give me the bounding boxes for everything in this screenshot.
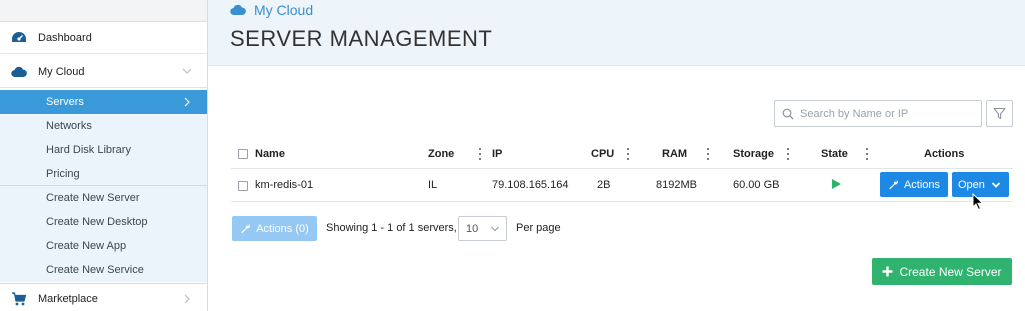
cell-ram: 8192MB: [656, 179, 697, 191]
cell-name[interactable]: km-redis-01: [255, 179, 313, 191]
sidebar-subitem-servers[interactable]: Servers: [0, 90, 207, 114]
column-header-ram[interactable]: RAM: [662, 148, 687, 160]
filter-button[interactable]: [986, 100, 1013, 127]
row-actions-button[interactable]: Actions: [880, 172, 948, 197]
breadcrumb-label: My Cloud: [254, 2, 314, 18]
column-header-cpu[interactable]: CPU: [591, 148, 614, 160]
cell-cpu: 2B: [597, 179, 611, 191]
sidebar-subitem-label: Pricing: [46, 168, 80, 180]
row-actions-label: Actions: [903, 178, 941, 191]
sidebar-item-label: Dashboard: [38, 31, 92, 44]
cell-ip: 79.108.165.164: [492, 179, 569, 191]
sidebar-item-label: My Cloud: [38, 65, 85, 78]
per-page-label: Per page: [516, 222, 561, 234]
sidebar-subitem-hard-disk-library[interactable]: Hard Disk Library: [0, 138, 207, 162]
sidebar-item-my-cloud[interactable]: My Cloud: [0, 56, 207, 88]
chevron-right-icon: [181, 293, 193, 305]
cloud-icon: [11, 65, 27, 79]
sidebar-subitem-label: Networks: [46, 120, 92, 132]
plus-icon: [882, 266, 893, 277]
column-menu-icon[interactable]: [785, 148, 791, 160]
wrench-icon: [241, 224, 251, 234]
column-menu-icon[interactable]: [864, 148, 870, 160]
column-header-name[interactable]: Name: [255, 148, 285, 160]
breadcrumb[interactable]: My Cloud: [230, 2, 313, 18]
mouse-cursor-icon: [972, 192, 984, 214]
sidebar-subitem-label: Create New App: [46, 240, 127, 252]
per-page-select[interactable]: 10: [458, 216, 507, 241]
sidebar-item-label: Marketplace: [38, 293, 98, 305]
create-new-server-label: Create New Server: [899, 264, 1002, 279]
column-menu-icon[interactable]: [625, 148, 631, 160]
sidebar-subitem-pricing[interactable]: Pricing: [0, 162, 207, 186]
sidebar-subitem-label: Create New Service: [46, 264, 144, 276]
cell-zone: IL: [428, 179, 438, 191]
page-title: SERVER MANAGEMENT: [230, 26, 493, 51]
sidebar-item-dashboard[interactable]: Dashboard: [0, 22, 207, 54]
sidebar-subitem-create-new-app[interactable]: Create New App: [0, 234, 207, 258]
per-page-value: 10: [466, 222, 479, 235]
sidebar: Dashboard My Cloud Servers Networks Hard…: [0, 0, 208, 311]
search-icon: [782, 108, 794, 119]
table-divider: [231, 201, 1013, 202]
column-header-state[interactable]: State: [821, 148, 848, 160]
row-checkbox[interactable]: [238, 181, 248, 191]
sidebar-subitem-create-new-service[interactable]: Create New Service: [0, 258, 207, 282]
column-header-ip[interactable]: IP: [492, 148, 502, 160]
cloud-icon: [230, 4, 246, 16]
bulk-actions-label: Actions (0): [256, 222, 309, 235]
bulk-actions-button[interactable]: Actions (0): [232, 216, 317, 241]
caret-down-icon: [991, 181, 1001, 188]
search-input[interactable]: [800, 107, 970, 120]
pagination-summary: Showing 1 - 1 of 1 servers,: [326, 222, 457, 234]
chevron-down-icon: [491, 226, 499, 232]
open-label: Open: [958, 178, 985, 191]
sidebar-subitem-networks[interactable]: Networks: [0, 114, 207, 138]
cell-storage: 60.00 GB: [733, 179, 780, 191]
sidebar-subitem-create-new-desktop[interactable]: Create New Desktop: [0, 210, 207, 234]
wrench-icon: [889, 180, 898, 190]
dashboard-gauge-icon: [11, 31, 27, 45]
sidebar-subitem-create-new-server[interactable]: Create New Server: [0, 186, 207, 210]
state-running-play-icon: [831, 178, 842, 193]
column-menu-icon[interactable]: [477, 148, 483, 160]
page-header: My Cloud SERVER MANAGEMENT: [208, 0, 1025, 66]
search-box[interactable]: [774, 100, 982, 127]
table-divider: [231, 168, 1013, 169]
column-header-actions: Actions: [924, 148, 965, 160]
sidebar-top-strip: [0, 0, 207, 22]
sidebar-subitem-label: Hard Disk Library: [46, 144, 131, 156]
sidebar-subitem-label: Create New Server: [46, 192, 140, 204]
chevron-down-icon: [181, 65, 193, 77]
column-header-storage[interactable]: Storage: [733, 148, 774, 160]
column-header-zone[interactable]: Zone: [428, 148, 454, 160]
sidebar-item-marketplace[interactable]: Marketplace: [0, 283, 207, 311]
select-all-checkbox[interactable]: [238, 149, 248, 159]
filter-funnel-icon: [993, 107, 1006, 120]
create-new-server-button[interactable]: Create New Server: [872, 258, 1012, 285]
shopping-cart-icon: [11, 292, 27, 306]
chevron-right-icon: [181, 96, 193, 108]
sidebar-subitem-label: Servers: [46, 96, 84, 108]
column-menu-icon[interactable]: [705, 148, 711, 160]
sidebar-subitem-label: Create New Desktop: [46, 216, 148, 228]
